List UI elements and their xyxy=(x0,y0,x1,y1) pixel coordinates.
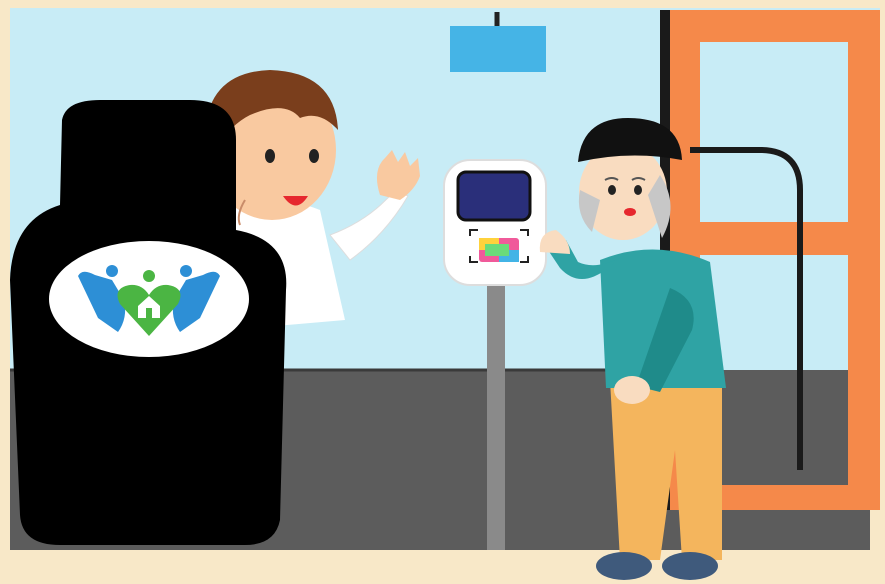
ceiling-sign xyxy=(450,26,546,72)
care-logo-icon xyxy=(49,241,249,357)
bus-scene-illustration xyxy=(0,0,885,584)
